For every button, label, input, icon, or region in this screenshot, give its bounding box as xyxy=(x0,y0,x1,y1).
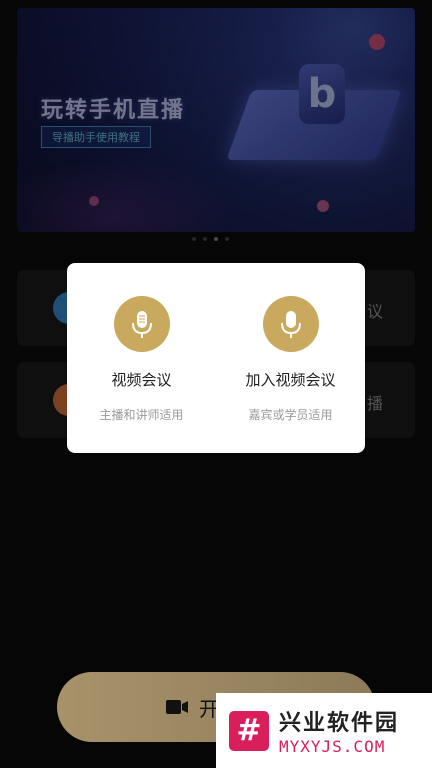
meeting-type-dialog: 视频会议 主播和讲师适用 加入视频会议 嘉宾或学员适用 xyxy=(67,263,365,453)
watermark-url: MYXYJS.COM xyxy=(279,737,386,756)
watermark-title: 兴业软件园 xyxy=(279,711,400,736)
option-subtitle: 嘉宾或学员适用 xyxy=(248,408,333,422)
option-video-meeting[interactable]: 视频会议 主播和讲师适用 xyxy=(67,263,216,453)
option-title: 视频会议 xyxy=(111,371,172,389)
microphone-icon xyxy=(262,296,319,352)
microphone-icon xyxy=(113,296,170,352)
option-subtitle: 主播和讲师适用 xyxy=(99,408,184,422)
site-watermark: # 兴业软件园 MYXYJS.COM xyxy=(216,693,432,768)
option-title: 加入视频会议 xyxy=(245,371,336,389)
option-join-video-meeting[interactable]: 加入视频会议 嘉宾或学员适用 xyxy=(216,263,365,453)
video-camera-icon xyxy=(166,700,188,714)
watermark-logo-icon: # xyxy=(229,710,269,751)
